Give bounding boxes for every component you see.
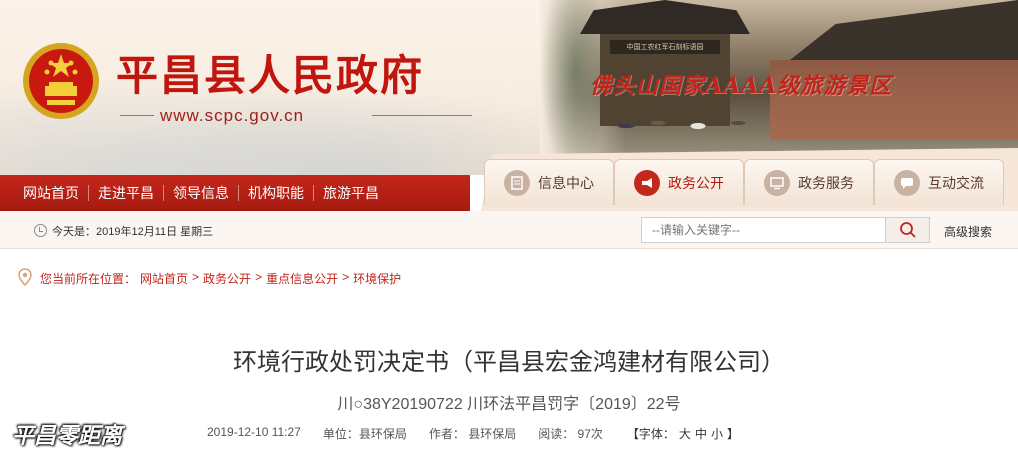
author: 作者： 县环保局 — [428, 427, 517, 441]
font-size-small[interactable]: 小 — [711, 427, 723, 441]
breadcrumb-separator: > — [192, 270, 200, 284]
main-nav: 网站首页 走进平昌 领导信息 机构职能 旅游平昌 — [0, 175, 470, 211]
search-button[interactable] — [886, 217, 930, 243]
breadcrumb-item-gov-affairs[interactable]: 政务公开 — [203, 270, 251, 287]
site-banner: 中国工农红军石刻标语园 佛头山国家AAAA级旅游景区 平昌县人民政府 www.s… — [0, 0, 1018, 175]
site-url: www.scpc.gov.cn — [160, 106, 305, 125]
document-icon — [504, 169, 530, 196]
location-pin-icon — [18, 268, 32, 286]
font-size-control: 【字体： 大中小】 — [625, 425, 741, 442]
tab-label: 政务公开 — [668, 174, 724, 191]
monitor-icon — [764, 169, 790, 196]
font-size-medium[interactable]: 中 — [695, 427, 707, 441]
tab-interaction[interactable]: 互动交流 — [874, 159, 1004, 205]
megaphone-icon — [634, 169, 660, 196]
search-input[interactable] — [641, 217, 886, 243]
tab-gov-services[interactable]: 政务服务 — [744, 159, 874, 205]
tab-label: 政务服务 — [798, 174, 854, 191]
national-emblem-icon — [23, 43, 99, 119]
publishing-unit: 单位：县环保局 — [322, 427, 407, 441]
breadcrumb-item-home[interactable]: 网站首页 — [140, 270, 188, 287]
publish-date: 2019-12-10 11:27 — [207, 425, 301, 439]
divider — [372, 115, 472, 116]
nav-item-institutions[interactable]: 机构职能 — [239, 185, 314, 201]
tab-gov-affairs[interactable]: 政务公开 — [614, 159, 744, 205]
scene-caption: 佛头山国家AAAA级旅游景区 — [590, 73, 893, 99]
breadcrumb-item-environment[interactable]: 环境保护 — [353, 270, 401, 287]
gate-sign: 中国工农红军石刻标语园 — [610, 40, 720, 54]
watermark: 平昌零距离 — [12, 423, 123, 449]
chat-icon — [894, 169, 920, 196]
font-size-label: 【字体： — [626, 427, 675, 441]
search-icon — [899, 222, 916, 238]
breadcrumb-item-key-info[interactable]: 重点信息公开 — [266, 270, 338, 287]
nav-item-home[interactable]: 网站首页 — [14, 185, 89, 201]
tab-label: 互动交流 — [928, 174, 984, 191]
breadcrumb-separator: > — [255, 270, 263, 284]
building-roof — [790, 0, 1018, 60]
clock-icon — [34, 224, 47, 237]
nav-item-about[interactable]: 走进平昌 — [89, 185, 164, 201]
article-subtitle: 川○38Y20190722 川环法平昌罚字〔2019〕22号 — [337, 396, 681, 413]
divider — [120, 115, 154, 116]
today-date: 今天是：2019年12月11日 星期三 — [52, 226, 214, 238]
advanced-search-link[interactable]: 高级搜索 — [944, 223, 992, 240]
breadcrumb-separator: > — [342, 270, 350, 284]
breadcrumb: 您当前所在位置： 网站首页 > 政务公开 > 重点信息公开 > 环境保护 — [40, 270, 401, 287]
nav-item-leaders[interactable]: 领导信息 — [164, 185, 239, 201]
view-count: 阅读： 97次 — [538, 427, 603, 441]
font-size-end: 】 — [726, 427, 739, 441]
article-title: 环境行政处罚决定书（平昌县宏金鸿建材有限公司） — [233, 349, 785, 376]
site-title: 平昌县人民政府 — [116, 51, 425, 100]
article-meta: 2019-12-10 11:27 单位：县环保局 作者： 县环保局 阅读： 97… — [207, 425, 741, 442]
nav-item-tourism[interactable]: 旅游平昌 — [314, 185, 388, 201]
font-size-large[interactable]: 大 — [679, 427, 691, 441]
tab-label: 信息中心 — [538, 174, 594, 191]
breadcrumb-prefix: 您当前所在位置： — [40, 272, 137, 286]
tab-info-center[interactable]: 信息中心 — [484, 159, 614, 205]
